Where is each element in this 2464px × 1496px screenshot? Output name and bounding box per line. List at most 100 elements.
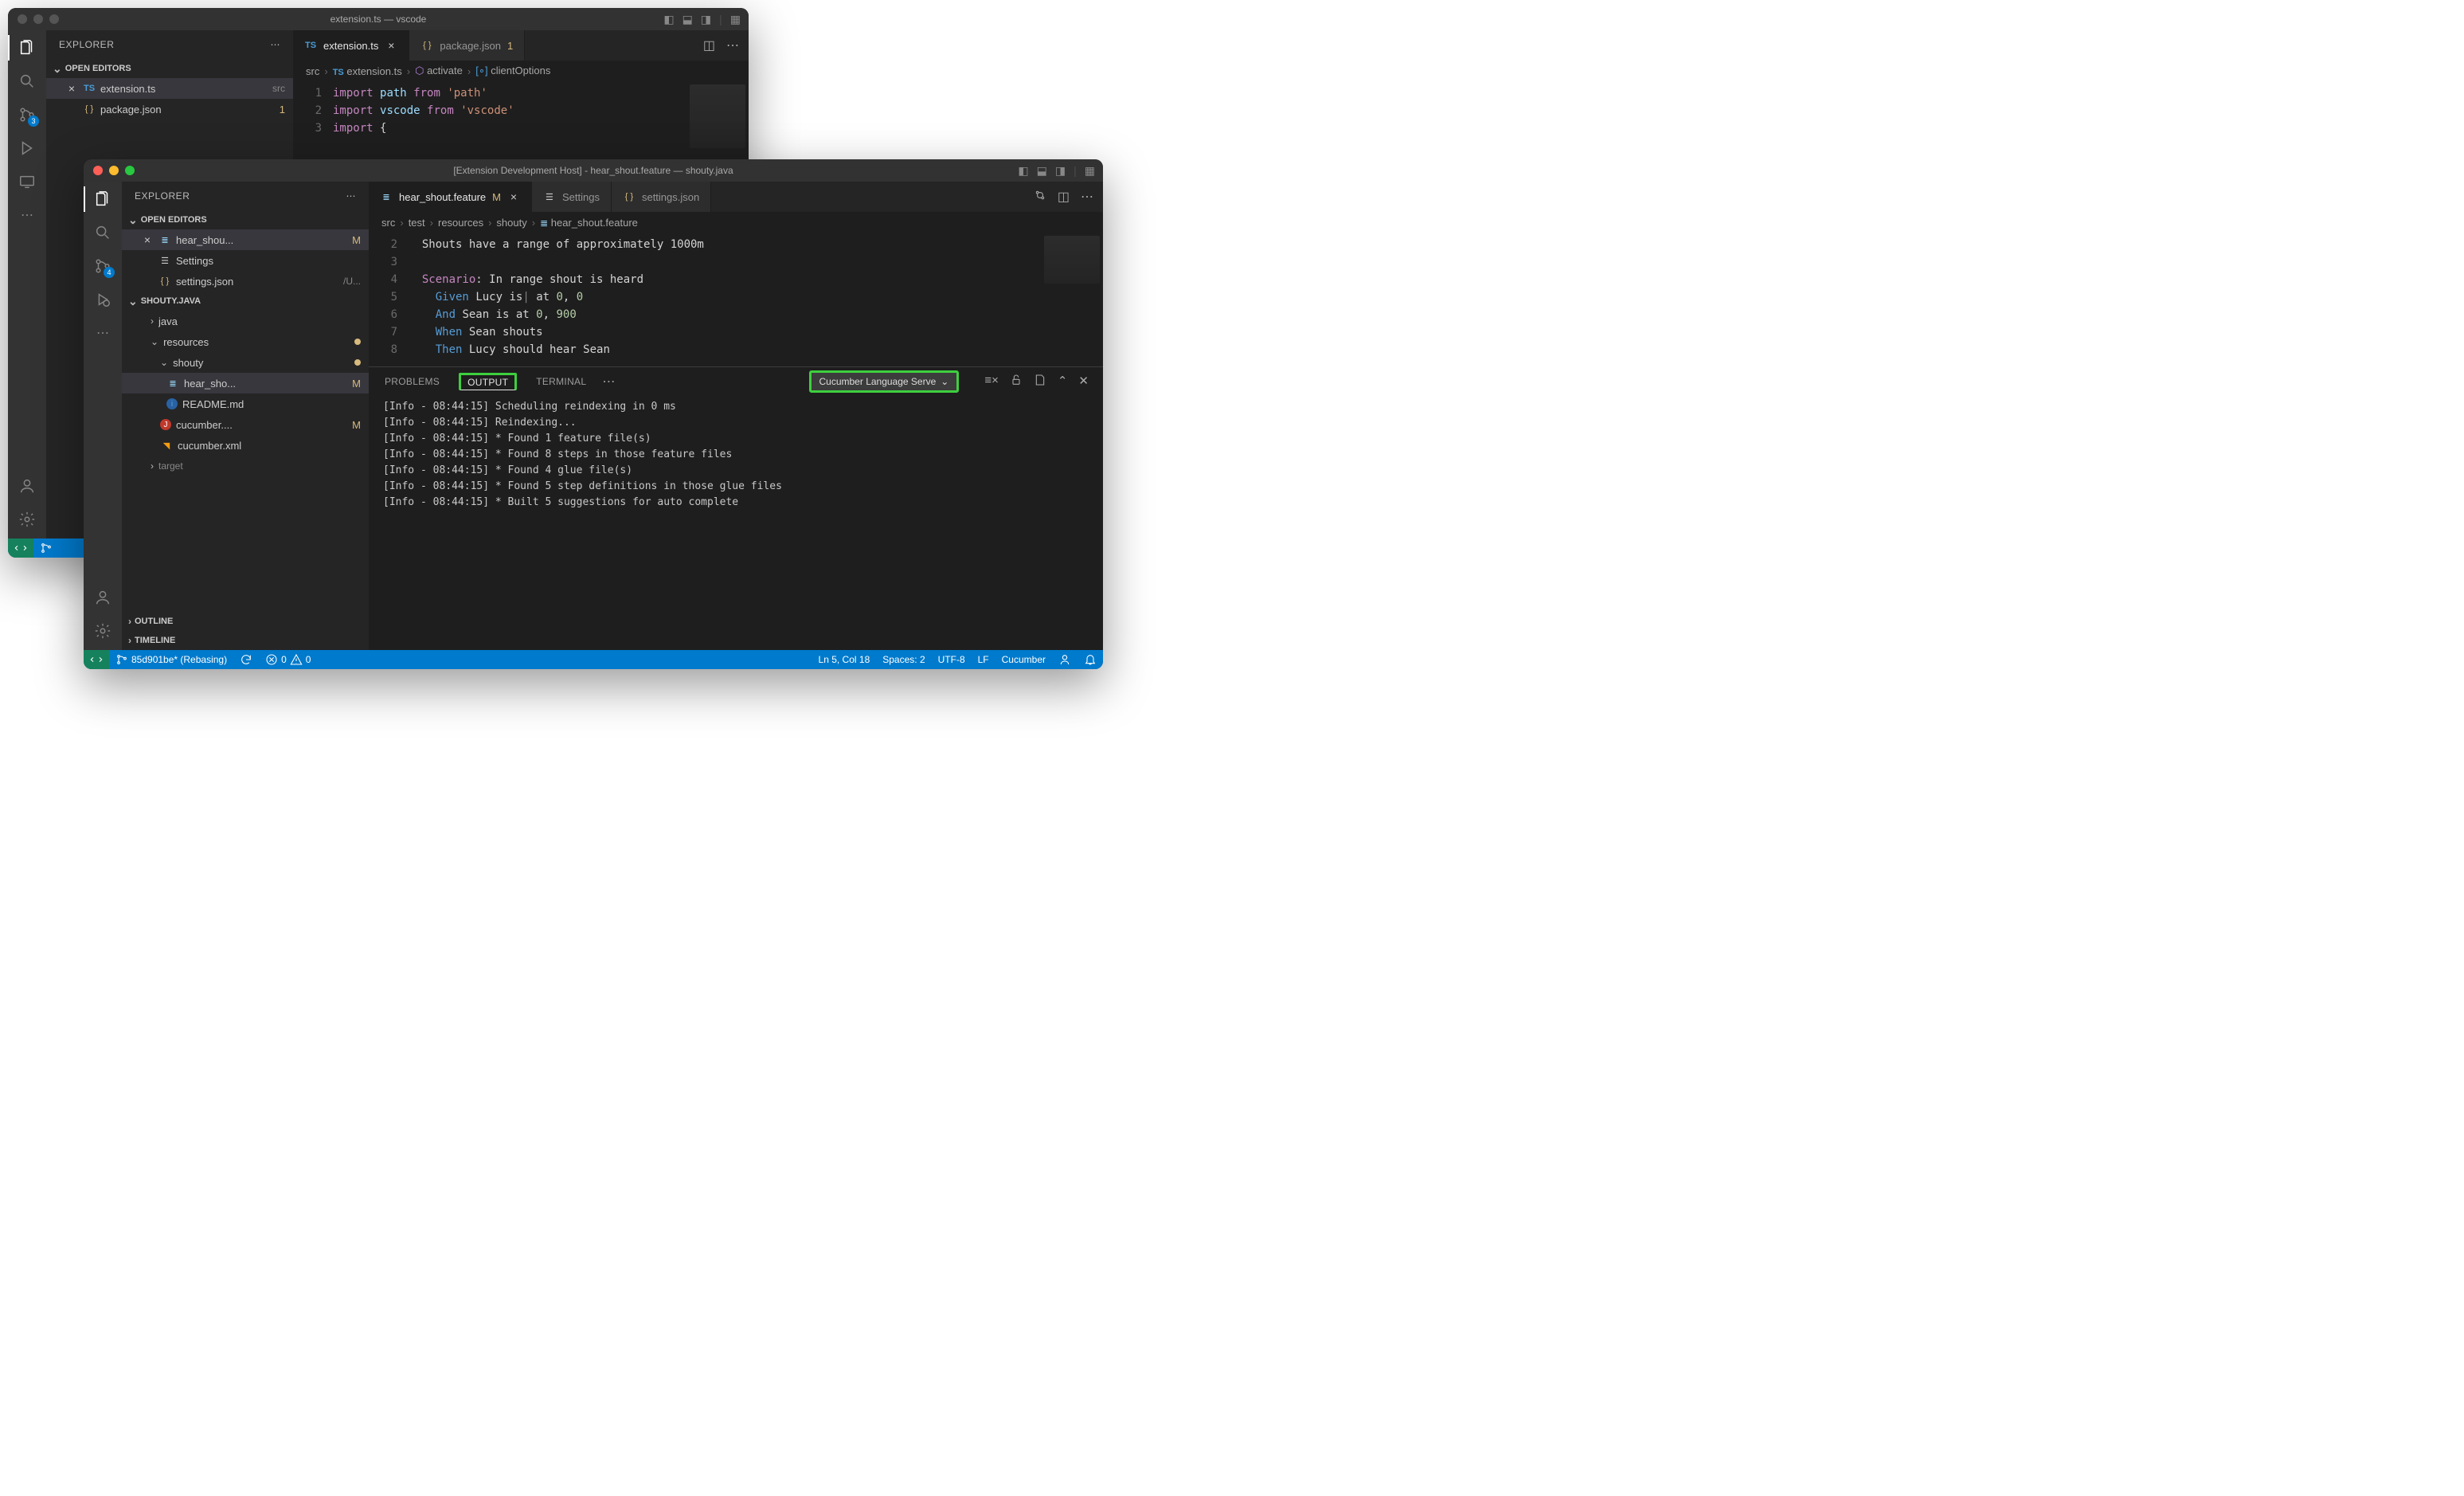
window-minimize-dot[interactable]	[33, 14, 43, 24]
window-minimize-dot[interactable]	[109, 166, 119, 175]
panel-tab-output[interactable]: OUTPUT	[459, 373, 517, 390]
remote-explorer-icon[interactable]	[18, 172, 37, 191]
breadcrumb-item[interactable]: src	[381, 217, 395, 229]
panel-more-icon[interactable]: ⋯	[602, 374, 615, 390]
remote-indicator[interactable]	[84, 650, 109, 669]
run-debug-icon[interactable]	[18, 139, 37, 158]
layout-right-icon[interactable]: ◨	[1055, 164, 1066, 178]
language-status[interactable]: Cucumber	[995, 654, 1052, 665]
search-icon[interactable]	[18, 72, 37, 91]
source-control-icon[interactable]: 3	[18, 105, 37, 124]
tree-item[interactable]: ⌄ shouty	[122, 352, 369, 373]
tree-item[interactable]: › java	[122, 311, 369, 331]
code-editor[interactable]: 2345678 Shouts have a range of approxima…	[369, 233, 1103, 366]
more-actions-icon[interactable]: ⋯	[726, 37, 739, 53]
open-editor-item[interactable]: × TS extension.ts src	[46, 78, 293, 99]
breadcrumbs[interactable]: src›TS extension.ts›⬡ activate›[∘] clien…	[293, 61, 749, 81]
layout-left-icon[interactable]: ◧	[1018, 164, 1028, 178]
layout-customize-icon[interactable]: ▦	[1085, 164, 1095, 178]
accounts-icon[interactable]	[93, 588, 112, 607]
clear-output-icon[interactable]: ≡×	[984, 374, 999, 390]
indentation-status[interactable]: Spaces: 2	[876, 654, 931, 665]
timeline-header[interactable]: › TIMELINE	[122, 631, 369, 650]
remote-indicator[interactable]	[8, 538, 33, 558]
scm-branch[interactable]	[33, 542, 59, 554]
output-channel-select[interactable]: Cucumber Language Serve ⌄	[809, 370, 960, 393]
output-log[interactable]: [Info - 08:44:15] Scheduling reindexing …	[369, 396, 1103, 558]
titlebar[interactable]: extension.ts — vscode ◧ ⬓ ◨ | ▦	[8, 8, 749, 30]
cursor-position[interactable]: Ln 5, Col 18	[812, 654, 877, 665]
window-zoom-dot[interactable]	[49, 14, 59, 24]
tree-item[interactable]: J cucumber.... M	[122, 414, 369, 435]
compare-changes-icon[interactable]	[1034, 189, 1046, 206]
outline-header[interactable]: › OUTLINE	[122, 612, 369, 631]
editor-tab[interactable]: { }package.json 1	[409, 30, 525, 61]
explorer-icon[interactable]	[93, 190, 112, 209]
source-control-icon[interactable]: 4	[93, 257, 112, 276]
search-icon[interactable]	[93, 223, 112, 242]
panel-maximize-icon[interactable]: ⌃	[1058, 374, 1068, 390]
panel-tab-terminal[interactable]: TERMINAL	[534, 373, 588, 390]
tree-item[interactable]: ◥ cucumber.xml	[122, 435, 369, 456]
eol-status[interactable]: LF	[972, 654, 995, 665]
tree-item[interactable]: › target	[122, 456, 369, 476]
notifications-icon[interactable]	[1078, 653, 1103, 666]
editor-tab[interactable]: TSextension.ts ×	[293, 30, 409, 61]
run-debug-icon[interactable]	[93, 290, 112, 309]
open-editor-item[interactable]: ☰ Settings	[122, 250, 369, 271]
explorer-icon[interactable]	[18, 38, 37, 57]
open-editors-header[interactable]: OPEN EDITORS	[46, 59, 293, 78]
project-header[interactable]: SHOUTY.JAVA	[122, 292, 369, 311]
minimap[interactable]	[1044, 236, 1100, 284]
tree-item[interactable]: ⌄ resources	[122, 331, 369, 352]
editor-tab[interactable]: { }settings.json	[612, 182, 711, 212]
editor-tab[interactable]: ☰Settings	[532, 182, 612, 212]
close-icon[interactable]: ×	[65, 82, 78, 95]
more-actions-icon[interactable]: ⋯	[1081, 189, 1093, 205]
branch-status[interactable]: 85d901be* (Rebasing)	[109, 653, 233, 666]
errors-status[interactable]: 0 0	[259, 653, 317, 666]
breadcrumbs[interactable]: src›test›resources›shouty›≣ hear_shout.f…	[369, 212, 1103, 233]
breadcrumb-item[interactable]: test	[409, 217, 425, 229]
more-actions-icon[interactable]: ⋯	[346, 190, 357, 202]
open-editor-item[interactable]: × ≣ hear_shou... M	[122, 229, 369, 250]
encoding-status[interactable]: UTF-8	[932, 654, 972, 665]
close-icon[interactable]: ×	[385, 39, 397, 52]
minimap[interactable]	[690, 84, 745, 148]
window-close-dot[interactable]	[18, 14, 27, 24]
window-zoom-dot[interactable]	[125, 166, 135, 175]
breadcrumb-item[interactable]: ⬡ activate	[415, 65, 463, 77]
layout-bottom-icon[interactable]: ⬓	[1037, 164, 1047, 178]
settings-gear-icon[interactable]	[18, 510, 37, 529]
split-editor-icon[interactable]: ◫	[703, 37, 715, 53]
layout-left-icon[interactable]: ◧	[663, 13, 674, 26]
feedback-icon[interactable]	[1052, 653, 1078, 666]
editor-tab[interactable]: ≣hear_shout.feature M ×	[369, 182, 532, 212]
breadcrumb-item[interactable]: TS extension.ts	[333, 65, 402, 77]
more-actions-icon[interactable]: ⋯	[271, 39, 281, 50]
close-icon[interactable]: ×	[507, 190, 520, 203]
breadcrumb-item[interactable]: shouty	[496, 217, 526, 229]
open-editor-item[interactable]: { } package.json 1	[46, 99, 293, 119]
more-icon[interactable]: ⋯	[18, 206, 37, 225]
titlebar[interactable]: [Extension Development Host] - hear_shou…	[84, 159, 1103, 182]
close-icon[interactable]: ×	[141, 233, 154, 246]
split-editor-icon[interactable]: ◫	[1058, 189, 1070, 205]
layout-bottom-icon[interactable]: ⬓	[682, 13, 693, 26]
layout-right-icon[interactable]: ◨	[701, 13, 711, 26]
breadcrumb-item[interactable]: [∘] clientOptions	[475, 65, 550, 77]
tree-item[interactable]: i README.md	[122, 394, 369, 414]
accounts-icon[interactable]	[18, 476, 37, 495]
panel-tab-problems[interactable]: PROBLEMS	[383, 373, 441, 390]
open-log-icon[interactable]	[1034, 374, 1046, 390]
panel-close-icon[interactable]: ✕	[1078, 374, 1089, 390]
breadcrumb-item[interactable]: ≣ hear_shout.feature	[540, 217, 638, 229]
breadcrumb-item[interactable]: src	[306, 65, 319, 77]
unlock-scroll-icon[interactable]	[1010, 374, 1023, 390]
sync-status[interactable]	[233, 653, 259, 666]
more-icon[interactable]: ⋯	[93, 323, 112, 343]
breadcrumb-item[interactable]: resources	[438, 217, 483, 229]
open-editors-header[interactable]: OPEN EDITORS	[122, 210, 369, 229]
settings-gear-icon[interactable]	[93, 621, 112, 640]
open-editor-item[interactable]: { } settings.json /U...	[122, 271, 369, 292]
